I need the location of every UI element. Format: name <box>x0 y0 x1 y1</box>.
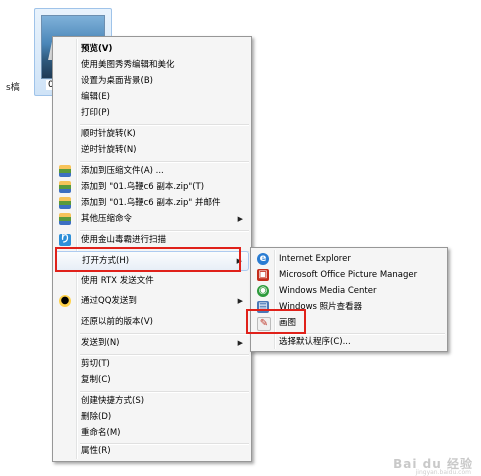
menu-item-print[interactable]: 打印(P) <box>55 105 249 121</box>
menu-item-copy[interactable]: 复制(C) <box>55 372 249 388</box>
qq-icon: ● <box>59 295 71 307</box>
picture-manager-icon: ▣ <box>257 269 269 281</box>
annotation-box-paint <box>246 309 306 334</box>
menu-item-meitu-edit[interactable]: 使用美图秀秀编辑和美化 <box>55 57 249 73</box>
baidu-watermark-url: jingyan.baidu.com <box>415 469 471 476</box>
zip-icon <box>59 165 71 177</box>
open-with-media-center[interactable]: ◉ Windows Media Center <box>253 283 445 299</box>
kingsoft-shield-icon: り <box>59 234 71 246</box>
menu-item-rotate-counterclockwise[interactable]: 逆时针旋转(N) <box>55 142 249 158</box>
menu-item-delete[interactable]: 删除(D) <box>55 409 249 425</box>
menu-item-send-to[interactable]: 发送到(N) ▶ <box>55 335 249 351</box>
desktop-screen: s槁 01 预览(V) 使用美图秀秀编辑和美化 设置为桌面背景(B) 编辑(E)… <box>0 0 481 476</box>
open-with-submenu: e Internet Explorer ▣ Microsoft Office P… <box>250 247 448 352</box>
menu-item-set-desktop-background[interactable]: 设置为桌面背景(B) <box>55 73 249 89</box>
menu-item-preview[interactable]: 预览(V) <box>55 41 249 57</box>
menu-item-add-to-zip-and-email[interactable]: 添加到 "01.乌鞭c6 副本.zip" 并邮件 <box>55 195 249 211</box>
submenu-arrow-icon: ▶ <box>237 339 243 347</box>
menu-item-rtx-send[interactable]: 使用 RTX 发送文件 <box>55 273 249 289</box>
menu-item-other-compress[interactable]: 其他压缩命令 ▶ <box>55 211 249 227</box>
open-with-internet-explorer[interactable]: e Internet Explorer <box>253 251 445 267</box>
menu-item-add-to-archive[interactable]: 添加到压缩文件(A) ... <box>55 163 249 179</box>
menu-item-restore-previous[interactable]: 还原以前的版本(V) <box>55 314 249 330</box>
open-with-picture-manager[interactable]: ▣ Microsoft Office Picture Manager <box>253 267 445 283</box>
zip-icon <box>59 197 71 209</box>
partial-file-label: s槁 <box>6 83 20 93</box>
menu-item-kingsoft-scan[interactable]: り 使用金山毒霸进行扫描 <box>55 232 249 248</box>
menu-item-edit[interactable]: 编辑(E) <box>55 89 249 105</box>
choose-default-program[interactable]: 选择默认程序(C)... <box>253 334 445 350</box>
menu-item-add-to-zip[interactable]: 添加到 "01.乌鞭c6 副本.zip"(T) <box>55 179 249 195</box>
menu-item-rotate-clockwise[interactable]: 顺时针旋转(K) <box>55 126 249 142</box>
submenu-arrow-icon: ▶ <box>237 215 243 223</box>
menu-item-rename[interactable]: 重命名(M) <box>55 425 249 441</box>
menu-item-cut[interactable]: 剪切(T) <box>55 356 249 372</box>
zip-icon <box>59 181 71 193</box>
zip-icon <box>59 213 71 225</box>
submenu-arrow-icon: ▶ <box>237 297 243 305</box>
menu-item-create-shortcut[interactable]: 创建快捷方式(S) <box>55 393 249 409</box>
annotation-box-open-with <box>55 247 241 272</box>
menu-item-properties[interactable]: 属性(R) <box>55 443 249 459</box>
menu-item-qq-send[interactable]: ● 通过QQ发送到 ▶ <box>55 293 249 309</box>
media-center-icon: ◉ <box>257 285 269 297</box>
internet-explorer-icon: e <box>257 253 269 265</box>
